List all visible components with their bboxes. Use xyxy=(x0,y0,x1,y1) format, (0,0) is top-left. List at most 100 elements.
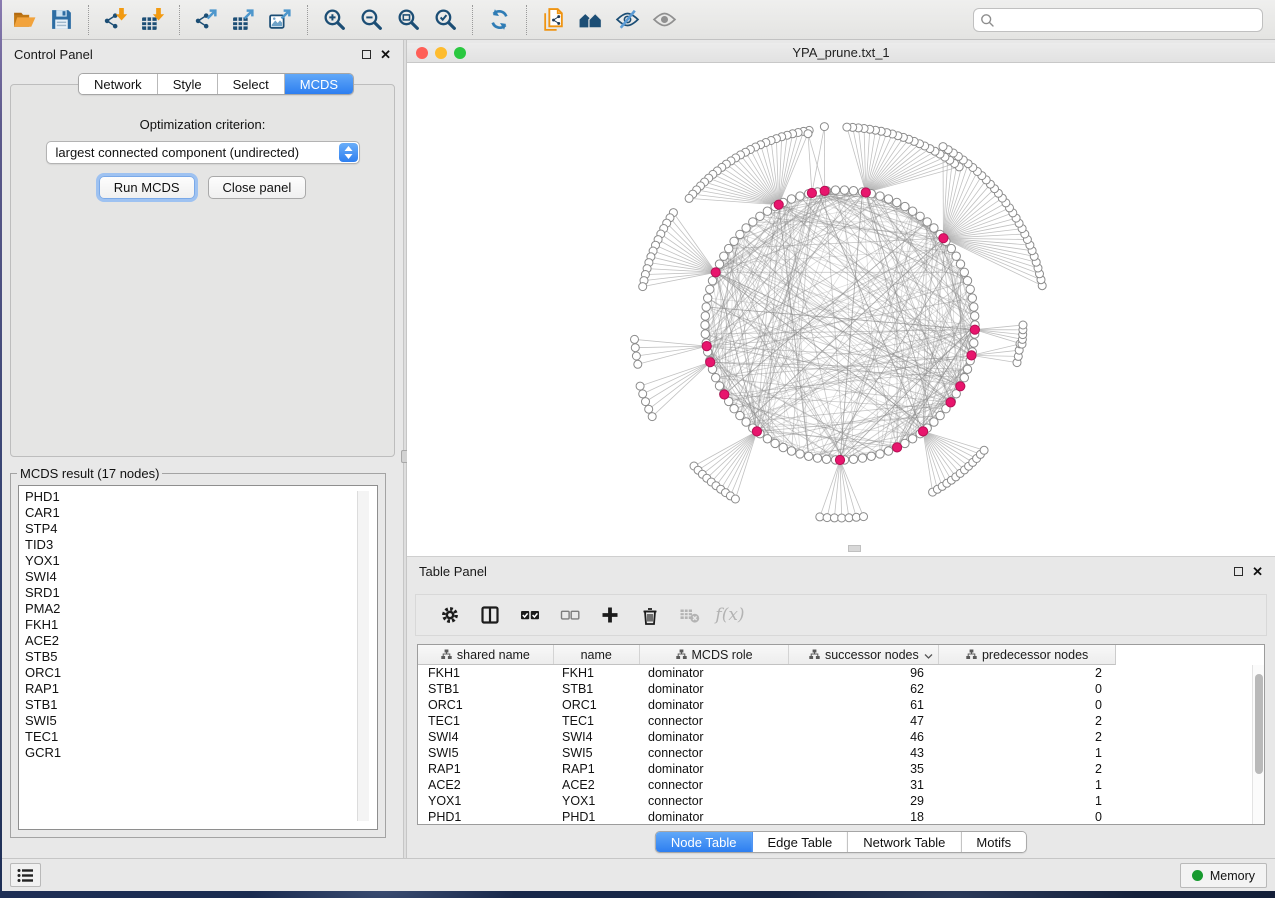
tab-select[interactable]: Select xyxy=(218,74,285,94)
table-row[interactable]: YOX1YOX1connector291 xyxy=(418,793,1264,809)
tab-mcds[interactable]: MCDS xyxy=(285,74,353,94)
fit-selected-button[interactable] xyxy=(427,3,464,37)
cell: 2 xyxy=(940,729,1116,745)
cell: connector xyxy=(640,745,790,761)
cell: 2 xyxy=(940,713,1116,729)
mcds-result-item[interactable]: TEC1 xyxy=(25,729,377,745)
table-scrollbar-thumb[interactable] xyxy=(1255,674,1263,774)
export-network-icon xyxy=(194,7,219,32)
open-file-icon xyxy=(12,7,37,32)
close-panel-icon[interactable]: ✕ xyxy=(380,50,391,59)
column-header-shared-name[interactable]: shared name xyxy=(418,645,554,664)
select-all-columns-icon xyxy=(520,605,540,625)
column-header-MCDS-role[interactable]: MCDS role xyxy=(640,645,790,664)
select-all-columns-button[interactable] xyxy=(510,597,550,633)
cell: FKH1 xyxy=(418,665,554,681)
table-row[interactable]: TEC1TEC1connector472 xyxy=(418,713,1264,729)
mcds-result-item[interactable]: SWI4 xyxy=(25,569,377,585)
mcds-result-item[interactable]: PHD1 xyxy=(25,489,377,505)
result-scrollbar[interactable] xyxy=(357,491,369,821)
table-row[interactable]: ACE2ACE2connector311 xyxy=(418,777,1264,793)
tab-network-table[interactable]: Network Table xyxy=(848,832,961,852)
mcds-result-item[interactable]: STB1 xyxy=(25,697,377,713)
network-canvas[interactable] xyxy=(407,63,1275,555)
export-network-button[interactable] xyxy=(188,3,225,37)
delete-columns-button[interactable] xyxy=(630,597,670,633)
mcds-result-item[interactable]: ORC1 xyxy=(25,665,377,681)
show-columns-button[interactable] xyxy=(470,597,510,633)
table-row[interactable]: SWI5SWI5connector431 xyxy=(418,745,1264,761)
import-network-button[interactable] xyxy=(97,3,134,37)
cell: 2 xyxy=(940,761,1116,777)
close-panel-button[interactable]: Close panel xyxy=(208,176,307,199)
float-panel-icon[interactable] xyxy=(362,50,371,59)
network-from-document-button[interactable] xyxy=(535,3,572,37)
network-graph[interactable] xyxy=(407,63,1275,555)
open-file-button[interactable] xyxy=(6,3,43,37)
table-row[interactable]: RAP1RAP1dominator352 xyxy=(418,761,1264,777)
save-session-button[interactable] xyxy=(43,3,80,37)
table-row[interactable]: PHD1PHD1dominator180 xyxy=(418,809,1264,825)
settings-button[interactable] xyxy=(430,597,470,633)
import-table-icon xyxy=(140,7,165,32)
mcds-result-item[interactable]: STP4 xyxy=(25,521,377,537)
mcds-result-item[interactable]: CAR1 xyxy=(25,505,377,521)
mcds-result-item[interactable]: TID3 xyxy=(25,537,377,553)
run-mcds-button[interactable]: Run MCDS xyxy=(99,176,195,199)
memory-button[interactable]: Memory xyxy=(1180,863,1267,888)
show-graphics-details-button[interactable] xyxy=(646,3,683,37)
export-table-button[interactable] xyxy=(225,3,262,37)
network-window: YPA_prune.txt_1 xyxy=(407,43,1275,556)
column-header-predecessor-nodes[interactable]: predecessor nodes xyxy=(939,645,1115,664)
tab-edge-table[interactable]: Edge Table xyxy=(752,832,848,852)
table-row[interactable]: SWI4SWI4dominator462 xyxy=(418,729,1264,745)
unselect-all-columns-button[interactable] xyxy=(550,597,590,633)
mcds-result-item[interactable]: STB5 xyxy=(25,649,377,665)
tab-node-table[interactable]: Node Table xyxy=(656,832,753,852)
table-row[interactable]: STB1STB1dominator620 xyxy=(418,681,1264,697)
mcds-result-item[interactable]: GCR1 xyxy=(25,745,377,761)
cell: SWI5 xyxy=(418,745,554,761)
cell: YOX1 xyxy=(418,793,554,809)
search-input[interactable] xyxy=(999,11,1262,29)
fit-content-button[interactable] xyxy=(390,3,427,37)
table-scrollbar[interactable] xyxy=(1252,665,1264,824)
criterion-select[interactable]: largest connected component (undirected) xyxy=(46,141,360,164)
add-column-button[interactable] xyxy=(590,597,630,633)
mcds-result-item[interactable]: RAP1 xyxy=(25,681,377,697)
mcds-result-item[interactable]: PMA2 xyxy=(25,601,377,617)
horizontal-splitter-grip[interactable] xyxy=(848,545,861,552)
export-image-button[interactable] xyxy=(262,3,299,37)
float-table-panel-icon[interactable] xyxy=(1234,567,1243,576)
mcds-result-item[interactable]: YOX1 xyxy=(25,553,377,569)
cell: YOX1 xyxy=(554,793,640,809)
table-row[interactable]: ORC1ORC1dominator610 xyxy=(418,697,1264,713)
close-table-panel-icon[interactable]: ✕ xyxy=(1252,567,1263,576)
zoom-out-button[interactable] xyxy=(353,3,390,37)
mcds-result-item[interactable]: SWI5 xyxy=(25,713,377,729)
function-builder-button: f(x) xyxy=(710,597,750,633)
tab-motifs[interactable]: Motifs xyxy=(961,832,1026,852)
cell: dominator xyxy=(640,809,790,825)
tab-network[interactable]: Network xyxy=(79,74,158,94)
table-panel-titlebar: Table Panel ✕ xyxy=(407,557,1275,585)
mcds-result-item[interactable]: ACE2 xyxy=(25,633,377,649)
refresh-view-button[interactable] xyxy=(481,3,518,37)
zoom-in-button[interactable] xyxy=(316,3,353,37)
network-titlebar: YPA_prune.txt_1 xyxy=(407,43,1275,63)
homes-icon xyxy=(578,7,603,32)
search-icon xyxy=(980,13,995,28)
column-header-name[interactable]: name xyxy=(554,645,640,664)
cell: ORC1 xyxy=(554,697,640,713)
table-row[interactable]: FKH1FKH1dominator962 xyxy=(418,665,1264,681)
hide-graphics-details-button[interactable] xyxy=(609,3,646,37)
mcds-result-item[interactable]: FKH1 xyxy=(25,617,377,633)
mcds-result-item[interactable]: SRD1 xyxy=(25,585,377,601)
tab-style[interactable]: Style xyxy=(158,74,218,94)
column-header-successor-nodes[interactable]: successor nodes xyxy=(789,645,939,664)
table-type-tabs: Node TableEdge TableNetwork TableMotifs xyxy=(655,831,1027,853)
cell: dominator xyxy=(640,697,790,713)
homes-button[interactable] xyxy=(572,3,609,37)
task-history-button[interactable] xyxy=(10,863,41,887)
import-table-button[interactable] xyxy=(134,3,171,37)
